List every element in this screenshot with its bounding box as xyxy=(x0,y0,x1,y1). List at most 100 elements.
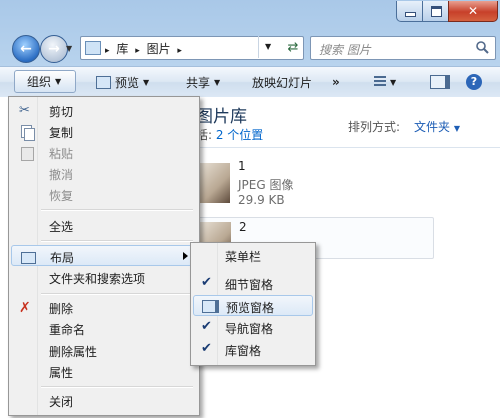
breadcrumb: ▸ 库 ▸ 图片 ▸ xyxy=(105,40,182,57)
arrange-by-value: 文件夹 xyxy=(414,120,451,134)
menu-item-label: 关闭 xyxy=(49,395,74,409)
menu-item-paste[interactable]: 粘贴 xyxy=(11,142,197,163)
close-button[interactable]: ✕ xyxy=(448,1,498,22)
submenu-item-preview-pane[interactable]: 预览窗格 xyxy=(193,295,313,316)
menu-item-remove-properties[interactable]: 删除属性 xyxy=(11,340,197,361)
submenu-item-label: 细节窗格 xyxy=(225,278,274,292)
share-label: 共享 xyxy=(186,75,211,90)
library-folder-icon xyxy=(85,41,101,55)
share-button[interactable]: 共享 ▼ xyxy=(186,73,220,91)
help-button[interactable]: ? xyxy=(466,73,482,91)
submenu-item-label: 库窗格 xyxy=(225,344,262,358)
submenu-item-label: 菜单栏 xyxy=(225,250,262,264)
paste-icon xyxy=(19,145,35,161)
menu-item-rename[interactable]: 重命名 xyxy=(11,318,197,339)
search-placeholder: 搜索 图片 xyxy=(319,43,371,57)
library-includes: 括: 2 个位置 xyxy=(196,126,263,143)
menu-item-label: 布局 xyxy=(50,251,75,265)
layout-submenu: 菜单栏 ✔ 细节窗格 预览窗格 ✔ 导航窗格 ✔ 库窗格 xyxy=(190,242,316,366)
caption-buttons: ✕ xyxy=(396,1,500,23)
menu-item-label: 文件夹和搜索选项 xyxy=(49,272,146,286)
menu-separator xyxy=(41,386,193,388)
menu-item-layout[interactable]: 布局 xyxy=(11,245,197,266)
file-name: 2 xyxy=(239,220,247,234)
menu-item-label: 删除 xyxy=(49,302,74,316)
organize-button[interactable]: 组织 ▼ xyxy=(14,70,76,93)
preview-button[interactable]: 预览 ▼ xyxy=(96,73,149,91)
breadcrumb-library[interactable]: 库 xyxy=(116,42,128,56)
menu-item-label: 重命名 xyxy=(49,323,86,337)
submenu-item-label: 导航窗格 xyxy=(225,322,274,336)
submenu-arrow-icon xyxy=(183,252,188,260)
menu-item-label: 属性 xyxy=(49,366,74,380)
breadcrumb-separator[interactable]: ▸ xyxy=(105,46,110,56)
submenu-item-menu-bar[interactable]: 菜单栏 xyxy=(193,245,313,266)
maximize-button[interactable] xyxy=(422,1,450,22)
submenu-item-details-pane[interactable]: ✔ 细节窗格 xyxy=(193,273,313,294)
menu-item-close[interactable]: 关闭 xyxy=(11,390,197,411)
forward-button[interactable]: → xyxy=(40,35,68,63)
menu-separator xyxy=(41,293,193,295)
menu-item-cut[interactable]: ✂ 剪切 xyxy=(11,100,197,121)
checkmark-icon: ✔ xyxy=(201,275,212,290)
submenu-item-library-pane[interactable]: ✔ 库窗格 xyxy=(193,339,313,360)
file-item[interactable]: 1 JPEG 图像 29.9 KB xyxy=(196,159,436,215)
menu-item-delete[interactable]: ✗ 删除 xyxy=(11,297,197,318)
menu-item-folder-options[interactable]: 文件夹和搜索选项 xyxy=(11,267,197,288)
chevron-down-icon: ▼ xyxy=(143,77,150,87)
recent-pages-dropdown[interactable]: ▼ xyxy=(66,44,72,53)
menu-item-select-all[interactable]: 全选 xyxy=(11,215,197,236)
arrange-by-dropdown[interactable]: 文件夹 ▼ xyxy=(414,118,460,135)
chevron-down-icon: ▼ xyxy=(265,42,272,51)
forward-arrow-icon: → xyxy=(48,41,60,57)
layout-icon xyxy=(20,249,36,265)
menu-item-undo[interactable]: 撤消 xyxy=(11,163,197,184)
more-commands-button[interactable]: » xyxy=(332,73,340,91)
more-chevron-icon: » xyxy=(332,75,340,89)
checkmark-icon: ✔ xyxy=(201,341,212,356)
preview-icon xyxy=(96,75,111,89)
file-name: 1 xyxy=(238,159,246,173)
organize-menu: ✂ 剪切 复制 粘贴 撤消 恢复 全选 布局 文件夹和搜索选项 ✗ 删除 重命名… xyxy=(8,96,200,416)
chevron-down-icon: ▼ xyxy=(453,124,460,133)
file-type: JPEG 图像 xyxy=(238,178,294,192)
menu-item-properties[interactable]: 属性 xyxy=(11,361,197,382)
view-options-button[interactable]: ▼ xyxy=(374,73,396,91)
minimize-button[interactable] xyxy=(396,1,424,22)
view-grid-icon xyxy=(374,76,386,88)
submenu-item-navigation-pane[interactable]: ✔ 导航窗格 xyxy=(193,317,313,338)
file-size: 29.9 KB xyxy=(238,193,285,207)
menu-item-label: 恢复 xyxy=(49,189,74,203)
menu-item-copy[interactable]: 复制 xyxy=(11,121,197,142)
refresh-button[interactable]: ⇄ xyxy=(283,36,303,58)
menu-separator xyxy=(41,209,193,211)
menu-item-redo[interactable]: 恢复 xyxy=(11,184,197,205)
help-icon: ? xyxy=(466,74,482,90)
preview-pane-button[interactable] xyxy=(430,73,450,91)
minimize-icon xyxy=(404,11,416,17)
locations-link[interactable]: 2 个位置 xyxy=(216,128,263,142)
breadcrumb-separator[interactable]: ▸ xyxy=(135,46,140,56)
image-thumbnail xyxy=(198,163,230,203)
slideshow-button[interactable]: 放映幻灯片 xyxy=(252,73,312,91)
command-bar: 组织 ▼ 预览 ▼ 共享 ▼ 放映幻灯片 » ▼ ? xyxy=(0,66,500,98)
menu-item-label: 剪切 xyxy=(49,105,74,119)
chevron-down-icon: ▼ xyxy=(390,77,397,87)
menu-separator xyxy=(41,240,193,242)
address-dropdown-button[interactable]: ▼ xyxy=(258,36,279,58)
copy-icon xyxy=(19,124,35,141)
back-button[interactable]: ← xyxy=(12,35,40,63)
search-box[interactable]: 搜索 图片 xyxy=(310,36,496,60)
breadcrumb-separator[interactable]: ▸ xyxy=(177,46,182,56)
slideshow-label: 放映幻灯片 xyxy=(252,75,313,90)
delete-icon: ✗ xyxy=(19,300,31,316)
submenu-item-label: 预览窗格 xyxy=(226,301,275,315)
breadcrumb-pictures[interactable]: 图片 xyxy=(147,42,171,56)
back-arrow-icon: ← xyxy=(20,41,32,57)
scissors-icon: ✂ xyxy=(19,103,30,118)
preview-label: 预览 xyxy=(115,75,140,90)
pane-icon xyxy=(202,298,219,317)
chevron-down-icon: ▼ xyxy=(214,77,221,87)
menu-item-label: 复制 xyxy=(49,126,74,140)
refresh-icon: ⇄ xyxy=(287,39,299,55)
